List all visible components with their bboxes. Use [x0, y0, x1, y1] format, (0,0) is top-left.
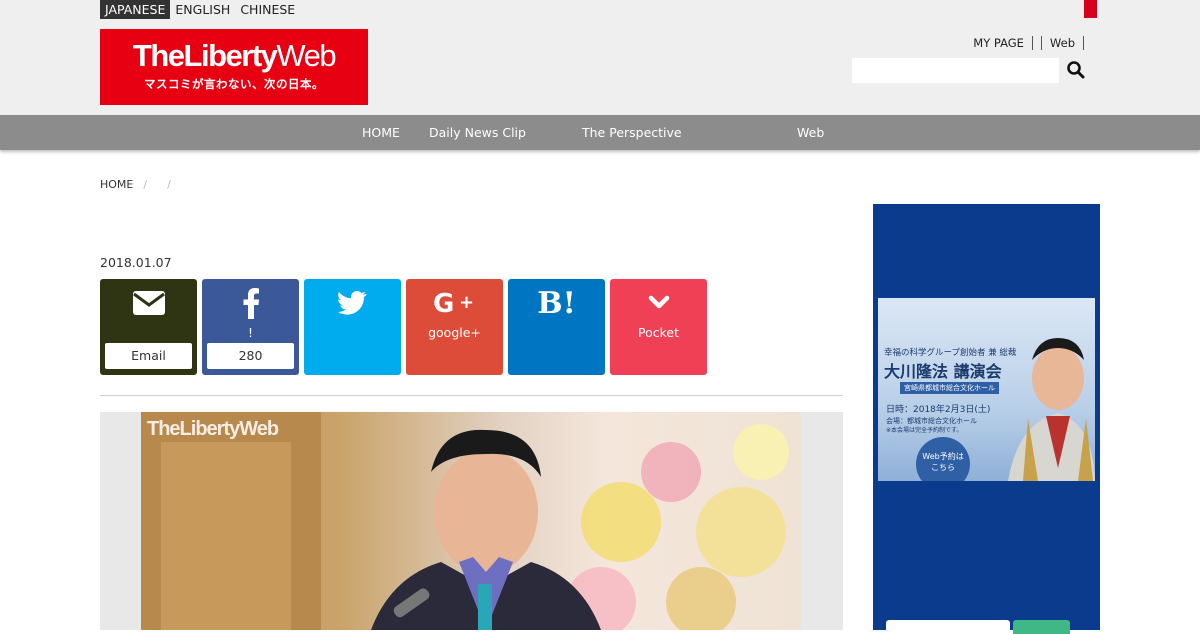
lang-english[interactable]: ENGLISH — [170, 0, 235, 19]
breadcrumb-separator: / — [143, 178, 148, 191]
article-image-frame: TheLibertyWeb — [100, 412, 843, 630]
twitter-icon — [304, 283, 401, 323]
share-pocket-label: Pocket — [638, 325, 679, 340]
breadcrumb-separator: / — [167, 178, 171, 191]
sidebar: 幸福の科学グループ創始者 兼 総裁 大川隆法 講演会 宮崎県都城市総合文化ホール… — [873, 204, 1100, 634]
lang-chinese[interactable]: CHINESE — [235, 0, 300, 19]
share-facebook-button[interactable]: ! 280 — [202, 279, 299, 375]
banner-venue: 宮崎県都城市総合文化ホール — [900, 382, 999, 394]
svg-text:G: G — [433, 290, 454, 316]
lang-japanese[interactable]: JAPANESE — [100, 0, 171, 19]
search-icon[interactable] — [1066, 60, 1086, 80]
sidebar-button[interactable] — [1013, 620, 1070, 634]
main-nav: HOME Daily News Clip The Perspective Web — [0, 115, 1200, 150]
share-facebook-count: 280 — [207, 343, 294, 369]
red-corner-tab[interactable] — [1084, 0, 1097, 18]
article-photo: TheLibertyWeb — [141, 412, 801, 630]
nav-web[interactable]: Web — [797, 115, 824, 150]
my-page-link[interactable]: MY PAGE — [965, 36, 1033, 50]
share-email-label: Email — [105, 343, 192, 369]
nav-the-perspective[interactable]: The Perspective — [582, 115, 682, 150]
envelope-icon — [100, 283, 197, 323]
lecture-banner[interactable]: 幸福の科学グループ創始者 兼 総裁 大川隆法 講演会 宮崎県都城市総合文化ホール… — [878, 298, 1095, 481]
search-input[interactable] — [852, 58, 1059, 83]
photo-watermark: TheLibertyWeb — [147, 418, 279, 440]
banner-subtitle: 幸福の科学グループ創始者 兼 総裁 — [884, 348, 1017, 358]
logo-wordmark: TheLibertyWeb — [132, 38, 337, 73]
header-divider — [1033, 36, 1042, 50]
share-hatena-button[interactable]: B! — [508, 279, 605, 375]
facebook-icon — [202, 283, 299, 323]
share-facebook-label: ! — [247, 325, 253, 340]
breadcrumb: HOME / / — [100, 178, 181, 191]
language-switcher: JAPANESE ENGLISH CHINESE — [100, 0, 300, 19]
pocket-icon — [610, 283, 707, 323]
share-twitter-button[interactable] — [304, 279, 401, 375]
site-logo[interactable]: TheLibertyWeb マスコミが言わない、次の日本。 — [100, 29, 368, 105]
site-header: JAPANESE ENGLISH CHINESE TheLibertyWeb マ… — [0, 0, 1200, 115]
share-google-plus-button[interactable]: G + google+ — [406, 279, 503, 375]
hatena-icon: B! — [537, 285, 576, 321]
sidebar-input[interactable] — [886, 620, 1010, 634]
share-google-plus-label: google+ — [428, 325, 481, 340]
google-plus-icon: G + — [406, 283, 503, 323]
share-email-button[interactable]: Email — [100, 279, 197, 375]
logo-tagline: マスコミが言わない、次の日本。 — [144, 77, 324, 91]
web-link[interactable]: Web — [1042, 36, 1084, 50]
banner-date: 日時：2018年2月3日(土) — [886, 405, 991, 415]
breadcrumb-home[interactable]: HOME — [100, 178, 133, 191]
share-pocket-button[interactable]: Pocket — [610, 279, 707, 375]
banner-note: ※本会場は完全予約制です。 — [886, 427, 963, 434]
article-date: 2018.01.07 — [100, 255, 172, 270]
header-links: MY PAGE Web — [965, 36, 1084, 50]
divider — [100, 395, 843, 396]
banner-title: 大川隆法 講演会 — [884, 362, 1002, 381]
nav-home[interactable]: HOME — [362, 115, 400, 150]
svg-text:+: + — [459, 292, 474, 313]
nav-daily-news-clip[interactable]: Daily News Clip — [429, 115, 526, 150]
